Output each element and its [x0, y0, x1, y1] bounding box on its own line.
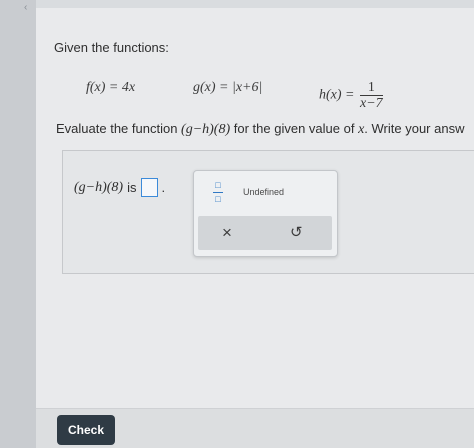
check-button[interactable]: Check: [57, 415, 115, 445]
function-h-fraction: 1 x−7: [360, 80, 383, 111]
instruction-prefix: Evaluate the function: [56, 121, 182, 136]
answer-expression: (g−h)(8): [74, 179, 124, 195]
fraction-bottom-icon: □: [215, 194, 221, 204]
answer-trailing-period: .: [161, 180, 166, 195]
clear-icon[interactable]: ×: [222, 224, 232, 242]
undo-icon[interactable]: ↺: [290, 224, 303, 242]
answer-line: (g−h)(8) is .: [74, 178, 165, 197]
fraction-button[interactable]: □ □: [209, 180, 227, 208]
function-h-lhs: h(x) =: [319, 87, 355, 103]
function-h-numerator: 1: [360, 80, 383, 96]
function-g: g(x) = |x+6|: [193, 80, 263, 95]
left-margin-strip: [0, 0, 36, 448]
instruction-expression: (g−h)(8): [181, 122, 231, 137]
function-f: f(x) = 4x: [86, 80, 136, 95]
palette-action-bar: [198, 216, 332, 250]
instruction-suffix: . Write your answ: [364, 121, 465, 136]
back-chevron-icon[interactable]: ‹: [24, 2, 27, 13]
instruction-middle: for the given value of: [230, 121, 359, 136]
fraction-top-icon: □: [215, 180, 221, 190]
fraction-bar-icon: [213, 192, 223, 193]
answer-is-label: is: [127, 180, 137, 195]
question-prompt: Given the functions:: [54, 40, 169, 55]
function-h-denominator: x−7: [360, 96, 383, 111]
function-h: h(x) = 1 x−7: [319, 80, 383, 111]
instruction-text: Evaluate the function (g−h)(8) for the g…: [56, 121, 474, 138]
undefined-button[interactable]: Undefined: [243, 187, 284, 197]
answer-input[interactable]: [140, 178, 158, 197]
